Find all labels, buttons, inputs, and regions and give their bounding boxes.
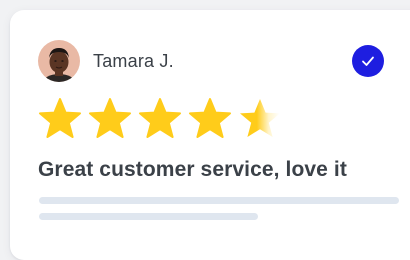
star-rating [37,97,283,139]
checkmark-icon [362,56,374,66]
star-icon [87,97,133,139]
star-icon [237,97,283,139]
star-icon [37,97,83,139]
review-text-placeholder-line [39,197,399,204]
reviewer-name: Tamara J. [93,51,174,71]
avatar [38,40,80,82]
star-icon [187,97,233,139]
review-headline: Great customer service, love it [38,158,347,181]
star-icon [137,97,183,139]
review-card: Tamara J. Great customer service, love i… [10,10,410,260]
review-text-placeholder-line [39,213,258,220]
avatar-photo [38,40,80,82]
verified-badge [352,45,384,77]
